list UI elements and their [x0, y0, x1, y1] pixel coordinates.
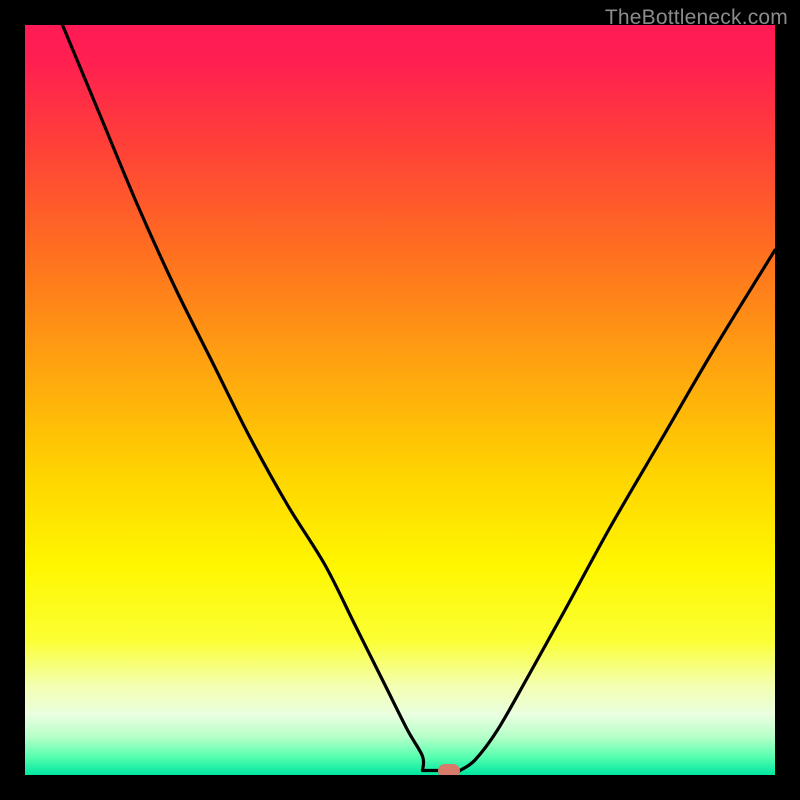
watermark-text: TheBottleneck.com	[605, 6, 788, 30]
gradient-background	[25, 25, 775, 775]
plot-area	[25, 25, 775, 775]
plot-svg	[25, 25, 775, 775]
optimal-marker-icon	[438, 764, 460, 775]
chart-stage: TheBottleneck.com	[0, 0, 800, 800]
